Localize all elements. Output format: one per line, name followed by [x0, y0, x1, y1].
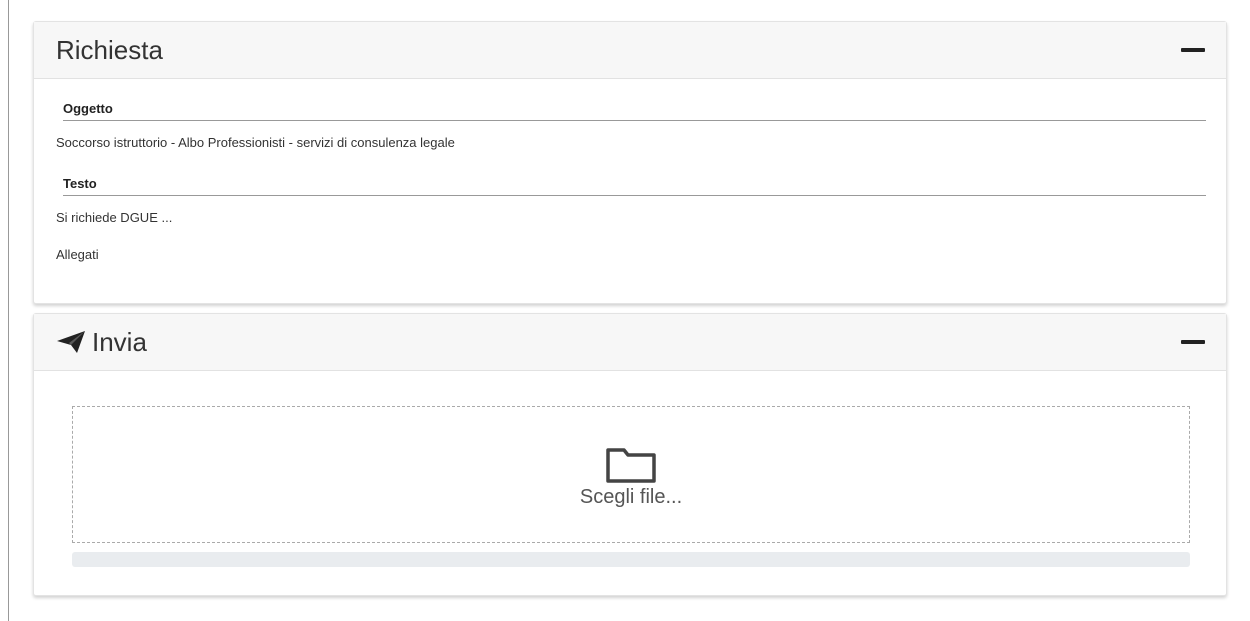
invia-title: Invia	[56, 327, 147, 358]
minus-icon	[1181, 340, 1205, 344]
richiesta-panel: Richiesta Oggetto Soccorso istruttorio -…	[33, 21, 1227, 304]
testo-value: Si richiede DGUE ...	[56, 210, 173, 225]
upload-progress-bar	[72, 552, 1190, 567]
allegati-label: Allegati	[56, 247, 99, 262]
oggetto-value: Soccorso istruttorio - Albo Professionis…	[56, 135, 455, 150]
folder-icon	[606, 448, 656, 483]
richiesta-panel-header: Richiesta	[34, 22, 1226, 79]
richiesta-title: Richiesta	[56, 35, 163, 66]
testo-label: Testo	[63, 176, 1206, 196]
choose-file-label: Scegli file...	[579, 486, 683, 508]
paper-plane-icon	[57, 331, 85, 353]
oggetto-label: Oggetto	[63, 101, 1206, 121]
invia-panel: Invia Scegli file...	[33, 313, 1227, 596]
richiesta-title-text: Richiesta	[56, 34, 163, 65]
left-border-rule	[8, 0, 9, 621]
invia-panel-header: Invia	[34, 314, 1226, 371]
invia-title-text: Invia	[92, 326, 147, 357]
minus-icon	[1181, 48, 1205, 52]
richiesta-panel-body: Oggetto Soccorso istruttorio - Albo Prof…	[34, 101, 1226, 262]
invia-collapse-button[interactable]	[1180, 333, 1206, 351]
richiesta-collapse-button[interactable]	[1180, 41, 1206, 59]
file-dropzone[interactable]: Scegli file...	[72, 406, 1190, 543]
